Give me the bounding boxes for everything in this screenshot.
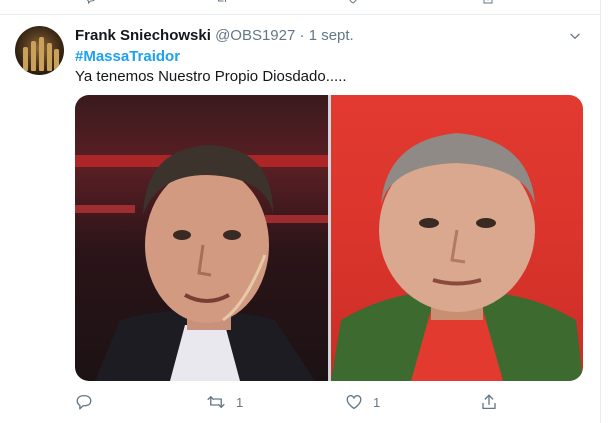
like-count: 1	[373, 394, 381, 410]
separator: ·	[299, 27, 305, 44]
man-with-headset-image	[75, 145, 328, 381]
retweet-icon	[207, 396, 225, 408]
tweet[interactable]: Frank Sniechowski @OBS1927 · 1 sept. #Ma…	[0, 15, 600, 423]
like-icon	[346, 395, 362, 410]
media-image-left[interactable]	[75, 95, 328, 381]
retweet-count: 1	[236, 394, 244, 410]
share-icon	[482, 394, 496, 410]
tweet-media[interactable]	[75, 95, 583, 381]
media-image-right[interactable]	[331, 95, 583, 381]
retweet-icon[interactable]	[215, 0, 229, 5]
tweet-date[interactable]: 1 sept.	[309, 27, 354, 44]
share-icon[interactable]	[481, 0, 495, 5]
user-name[interactable]: Frank Sniechowski	[75, 27, 211, 44]
tweet-actions: 1 1	[75, 392, 515, 412]
man-in-green-jacket-image	[331, 133, 583, 381]
reply-icon	[76, 394, 92, 410]
like-button[interactable]: 1	[345, 392, 380, 412]
share-button[interactable]	[480, 392, 498, 412]
retweet-button[interactable]: 1	[206, 392, 243, 412]
reply-button[interactable]	[75, 392, 103, 412]
timeline-border	[600, 0, 601, 423]
tweet-header: Frank Sniechowski @OBS1927 · 1 sept.	[75, 26, 354, 46]
avatar[interactable]	[15, 26, 64, 75]
tweet-text: Ya tenemos Nuestro Propio Diosdado.....	[75, 68, 347, 85]
hashtag-link[interactable]: #MassaTraidor	[75, 47, 180, 67]
user-handle[interactable]: @OBS1927	[215, 27, 295, 44]
like-icon[interactable]	[346, 0, 360, 5]
caret-down-icon[interactable]	[568, 29, 582, 43]
reply-icon[interactable]	[84, 0, 98, 5]
previous-tweet-action-bar	[0, 0, 600, 15]
